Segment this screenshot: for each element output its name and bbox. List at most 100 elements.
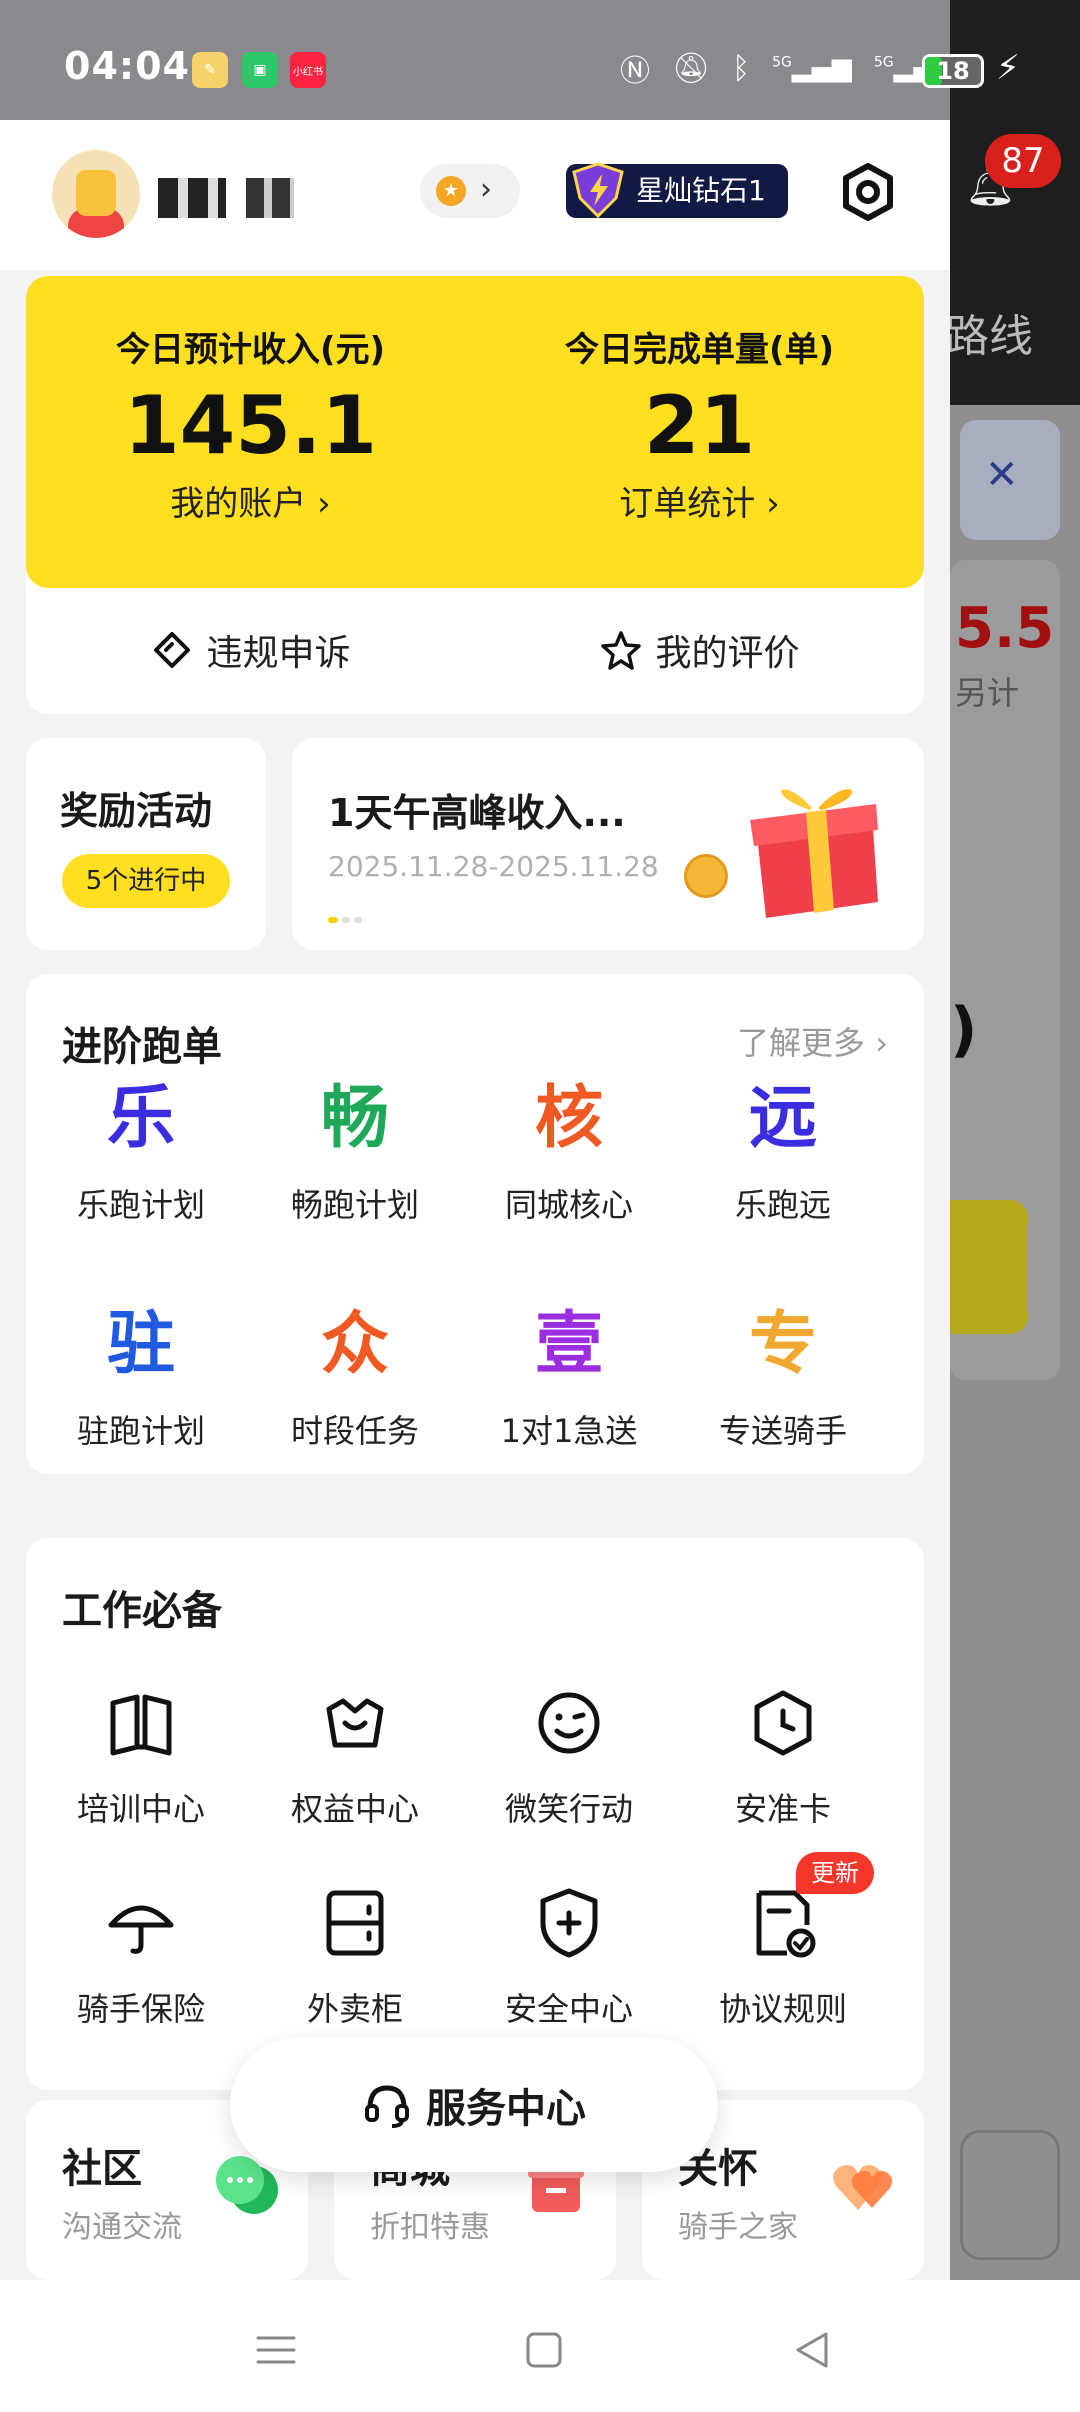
signal-icon: 5G▂▄▆ [772,53,852,83]
plan-label: 同城核心 [504,1186,633,1224]
safety-label: 安全中心 [504,1990,633,2028]
far-icon: 远 [748,1079,817,1158]
income-label: 今日预计收入(元) [115,330,386,370]
star-medal-icon: ★ [436,176,466,206]
banner-title: 1天午高峰收入... [328,791,626,835]
close-icon: ✕ [985,452,1019,498]
timeslot-icon: 众 [320,1305,389,1384]
smile-action[interactable]: 微笑行动 [462,1678,676,1830]
plan-tongcheng-core[interactable]: 核 同城核心 [462,1074,676,1226]
hearts-icon [833,2165,893,2210]
community-subtitle: 沟通交流 [62,2210,182,2245]
orders-label: 今日完成单量(单) [564,330,835,370]
order-stats-link[interactable]: 订单统计 › [475,476,924,525]
background-subtext: 另计 [955,674,1020,712]
rating-label: 我的评价 [655,633,800,674]
plan-one-to-one[interactable]: 壹 1对1急送 [462,1300,676,1452]
background-route-text: 路线 [945,311,1033,362]
delivery-locker[interactable]: 外卖柜 [248,1878,462,2030]
crown-icon [326,1698,384,1748]
plan-label: 专送骑手 [718,1412,847,1450]
app-notification-icon: ▣ [242,52,278,88]
home-icon[interactable] [514,2320,574,2380]
core-icon: 核 [534,1079,603,1158]
side-drawer: ★ › 星灿钻石1 今日预计收入(元) 145.1 我的账户 › 今日完成单量(… [0,120,950,2280]
agreement-rules[interactable]: 更新 协议规则 [676,1852,890,2030]
lepao-icon: 乐 [106,1079,175,1158]
one-to-one-icon: 壹 [534,1305,603,1384]
level-badge-button[interactable]: ★ › [420,164,520,218]
background-action-button [950,1200,1028,1334]
orders-stat[interactable]: 今日完成单量(单) 21 订单统计 › [475,276,924,525]
plan-lepao[interactable]: 乐 乐跑计划 [34,1074,248,1226]
safety-center[interactable]: 安全中心 [462,1878,676,2030]
plan-lepao-far[interactable]: 远 乐跑远 [676,1074,890,1226]
training-center[interactable]: 培训中心 [34,1678,248,1830]
benefits-center[interactable]: 权益中心 [248,1678,462,1830]
my-rating-button[interactable]: 我的评价 [475,624,924,676]
system-nav-bar [0,2280,1080,2412]
umbrella-icon [108,1905,174,1954]
battery-icon: 18 [922,54,984,88]
community-title: 社区 [62,2146,142,2192]
plan-label: 乐跑远 [734,1186,831,1224]
plan-zhupao[interactable]: 驻 驻跑计划 [34,1300,248,1452]
status-bar: 04:04 ✎ ▣ 小红书 Ⓝ 🔕︎ ᛒ 5G▂▄▆ 5G▂▄▆ [0,0,954,120]
background-price: 5.5 [955,596,1055,661]
advanced-title: 进阶跑单 [62,1024,222,1070]
avatar[interactable] [52,150,140,238]
earnings-card: 今日预计收入(元) 145.1 我的账户 › 今日完成单量(单) 21 订单统计… [26,276,924,714]
plan-label: 驻跑计划 [76,1412,205,1450]
plan-label: 乐跑计划 [76,1186,205,1224]
appeal-button[interactable]: 违规申诉 [26,624,475,676]
drawer-header: ★ › 星灿钻石1 [0,120,950,270]
nfc-icon: Ⓝ [620,54,650,89]
rewards-count-badge: 5个进行中 [62,854,230,908]
background-outline-box [960,2130,1060,2260]
back-icon[interactable] [782,2320,842,2380]
rewards-card[interactable]: 奖励活动 5个进行中 [26,738,266,950]
smile-label: 微笑行动 [504,1790,633,1828]
insurance-label: 骑手保险 [76,1990,205,2028]
zhupao-icon: 驻 [106,1305,175,1384]
plan-dedicated-rider[interactable]: 专 专送骑手 [676,1300,890,1452]
anzhun-card[interactable]: 安准卡 [676,1678,890,1830]
star-icon [601,631,642,670]
plan-time-slot[interactable]: 众 时段任务 [248,1300,462,1452]
plan-changpao[interactable]: 畅 畅跑计划 [248,1074,462,1226]
banner-pagination [328,908,366,927]
app-notification-icon: ✎ [192,52,228,88]
vip-level-badge[interactable]: 星灿钻石1 [566,162,788,219]
update-badge: 更新 [796,1852,874,1894]
diamond-icon [572,162,624,219]
charging-icon: ⚡︎ [996,48,1020,88]
service-center-button[interactable]: 服务中心 [230,2038,718,2172]
training-label: 培训中心 [76,1790,205,1828]
essentials-section: 工作必备 培训中心 权益中心 微笑行动 安准卡 骑手保险 外卖柜 安全中心 更新… [26,1538,924,2090]
my-account-link[interactable]: 我的账户 › [26,476,475,525]
menu-icon[interactable] [246,2320,306,2380]
banner-date: 2025.11.28-2025.11.28 [328,850,659,883]
orders-value: 21 [643,379,756,472]
rider-insurance[interactable]: 骑手保险 [34,1878,248,2030]
promo-banner[interactable]: 1天午高峰收入... 2025.11.28-2025.11.28 [292,738,924,950]
settings-gear-icon[interactable] [838,162,898,222]
plan-label: 畅跑计划 [290,1186,419,1224]
rewards-title: 奖励活动 [60,789,213,833]
learn-more-link[interactable]: 了解更多 › [737,1018,888,1064]
chevron-right-icon: › [480,172,492,207]
book-icon [110,1694,172,1756]
service-center-label: 服务中心 [426,2086,586,2132]
dedicated-icon: 专 [748,1305,817,1384]
username-redacted [246,178,294,218]
locker-icon [326,1890,384,1956]
mall-subtitle: 折扣特惠 [370,2210,490,2245]
wink-smile-icon [538,1692,600,1754]
earnings-summary: 今日预计收入(元) 145.1 我的账户 › 今日完成单量(单) 21 订单统计… [26,276,924,588]
earnings-actions: 违规申诉 我的评价 [26,588,924,714]
mute-icon: 🔕︎ [672,50,711,86]
income-stat[interactable]: 今日预计收入(元) 145.1 我的账户 › [26,276,475,525]
document-check-icon [756,1890,816,1958]
appeal-ticket-icon [154,632,191,668]
income-value: 145.1 [123,379,378,472]
